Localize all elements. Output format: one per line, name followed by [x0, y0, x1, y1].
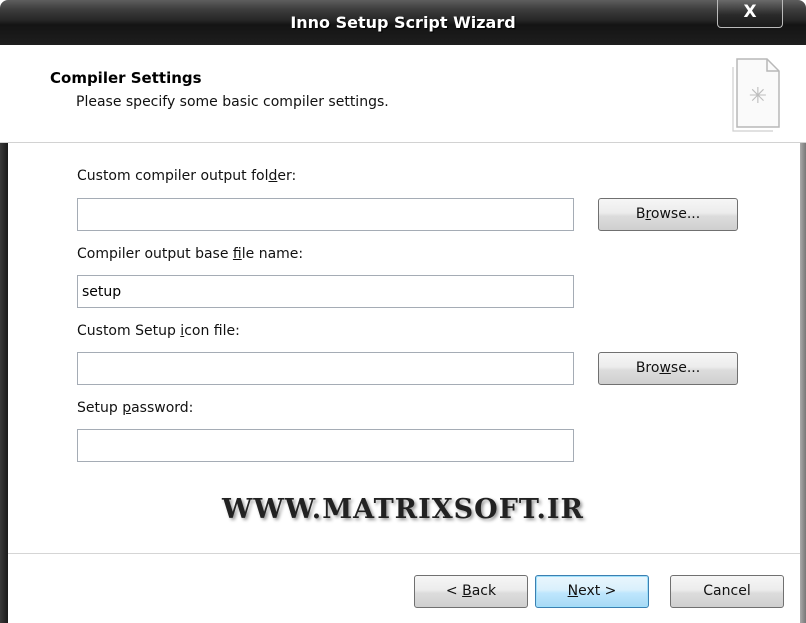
browse-output-folder-button[interactable]: Browse...	[598, 198, 738, 231]
window-title: Inno Setup Script Wizard	[290, 13, 516, 32]
wizard-header: Compiler Settings Please specify some ba…	[0, 45, 806, 143]
footer-divider	[8, 553, 800, 554]
icon-file-label: Custom Setup icon file:	[77, 323, 240, 339]
output-folder-label: Custom compiler output folder:	[77, 168, 297, 184]
title-bar: Inno Setup Script Wizard	[0, 0, 806, 45]
watermark: WWW.MATRIXSOFT.IR	[222, 494, 584, 525]
wizard-page-icon: ✳	[732, 58, 780, 132]
password-label: Setup password:	[77, 400, 194, 416]
next-button[interactable]: Next >	[535, 575, 649, 608]
page-title: Compiler Settings	[50, 69, 202, 87]
cancel-button[interactable]: Cancel	[670, 575, 784, 608]
output-folder-field[interactable]	[77, 198, 574, 231]
back-button[interactable]: < Back	[414, 575, 528, 608]
page-subtitle: Please specify some basic compiler setti…	[76, 94, 389, 110]
svg-text:✳: ✳	[749, 84, 767, 109]
base-filename-label: Compiler output base file name:	[77, 246, 304, 262]
browse-icon-file-button[interactable]: Browse...	[598, 352, 738, 385]
base-filename-field[interactable]	[77, 275, 574, 308]
icon-file-field[interactable]	[77, 352, 574, 385]
password-field[interactable]	[77, 429, 574, 462]
close-button[interactable]: X	[717, 0, 783, 28]
